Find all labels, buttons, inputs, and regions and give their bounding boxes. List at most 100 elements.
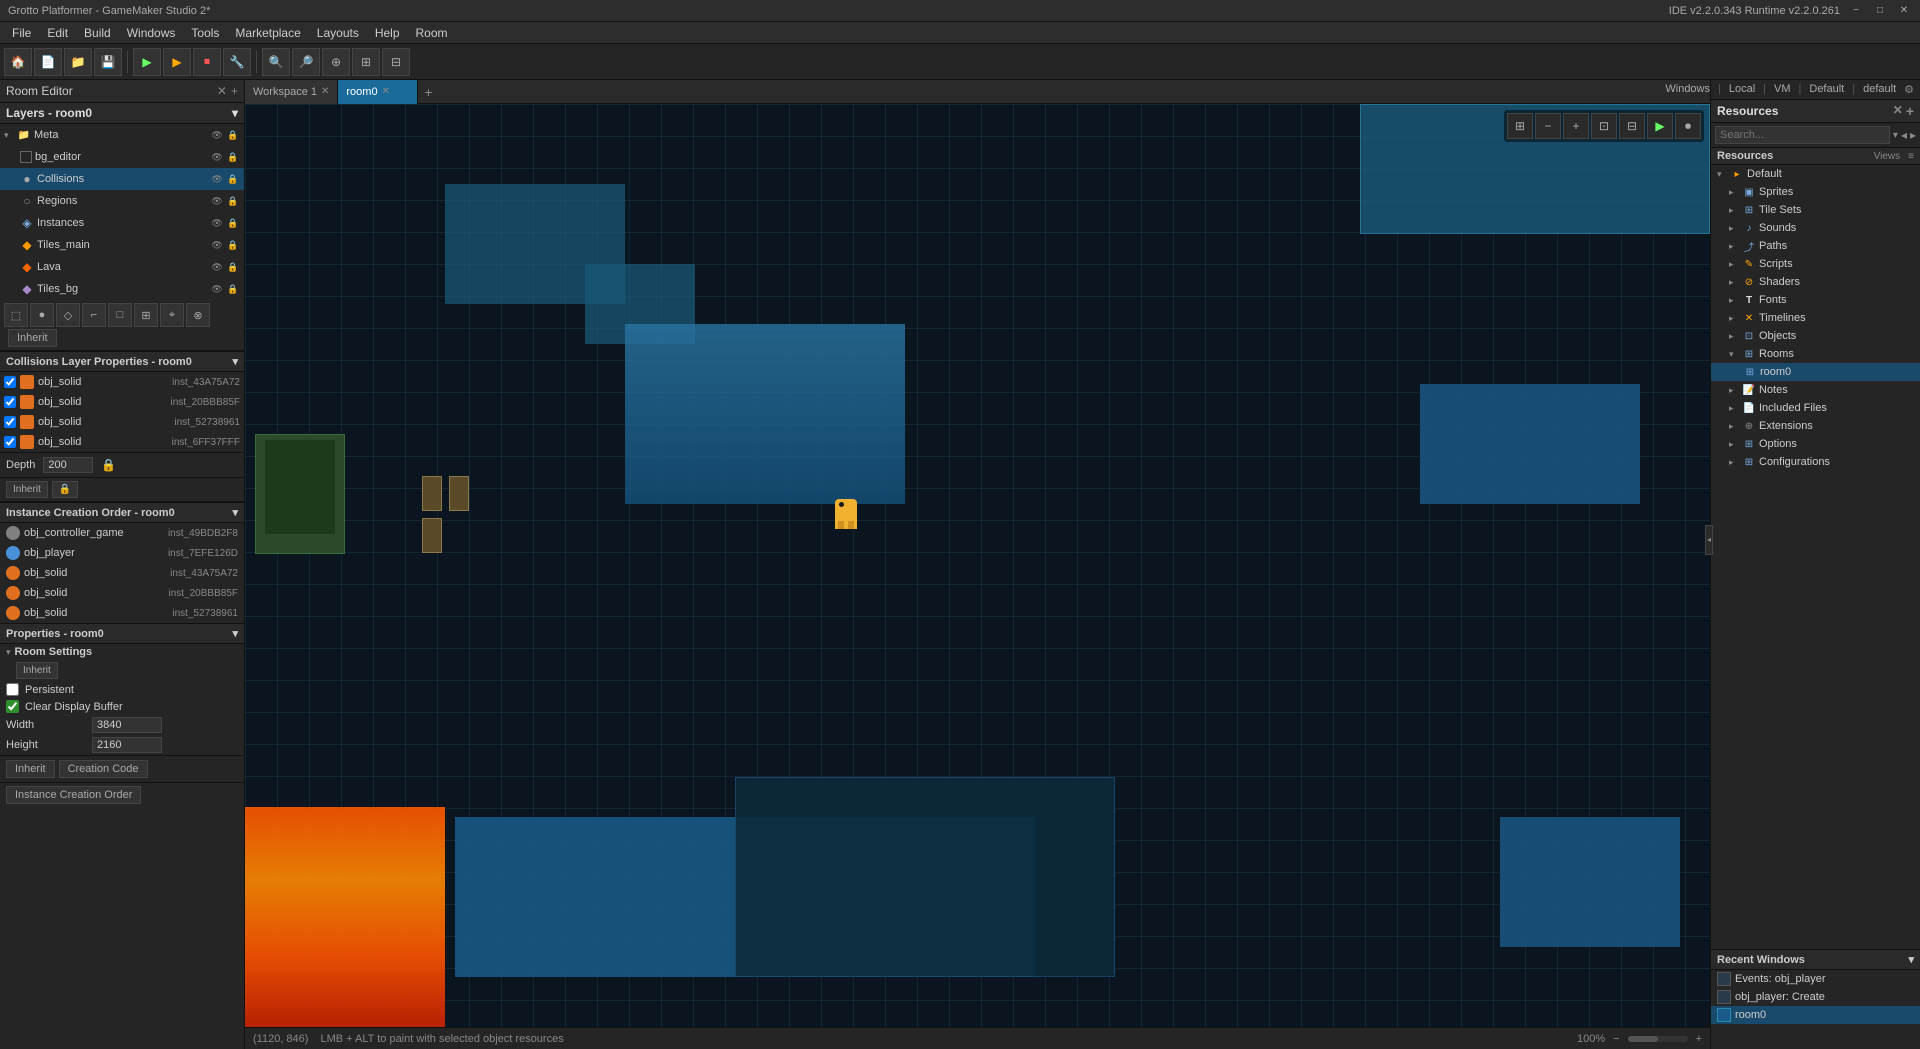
vm-label[interactable]: VM xyxy=(1774,83,1791,96)
menu-build[interactable]: Build xyxy=(76,24,119,42)
menu-windows[interactable]: Windows xyxy=(119,24,184,42)
debug-button[interactable]: ▶ xyxy=(163,48,191,76)
windows-label[interactable]: Windows xyxy=(1665,83,1710,96)
collision-check-3[interactable] xyxy=(4,416,16,428)
tiles-bg-lock[interactable]: 🔒 xyxy=(226,282,240,296)
save-button[interactable]: 💾 xyxy=(94,48,122,76)
res-close[interactable]: ✕ xyxy=(1893,103,1903,119)
creation-code-btn[interactable]: Creation Code xyxy=(59,760,148,778)
res-included-files[interactable]: ▸ 📄 Included Files xyxy=(1711,399,1920,417)
layer-tiles-bg[interactable]: ◆ Tiles_bg 👁 🔒 xyxy=(0,278,244,300)
rw-item-3[interactable]: room0 xyxy=(1711,1006,1920,1024)
open-button[interactable]: 📁 xyxy=(64,48,92,76)
menu-help[interactable]: Help xyxy=(367,24,408,42)
collision-check-1[interactable] xyxy=(4,376,16,388)
res-notes[interactable]: ▸ 📝 Notes xyxy=(1711,381,1920,399)
height-input[interactable] xyxy=(92,737,162,753)
tiles-bg-eye[interactable]: 👁 xyxy=(210,282,224,296)
instances-lock[interactable]: 🔒 xyxy=(226,216,240,230)
res-nav-right[interactable]: ▸ xyxy=(1910,128,1916,142)
regions-eye[interactable]: 👁 xyxy=(210,194,224,208)
zoom-out-btn[interactable]: − xyxy=(1535,113,1561,139)
menu-layouts[interactable]: Layouts xyxy=(309,24,367,42)
maximize-button[interactable]: □ xyxy=(1872,3,1888,19)
clean-button[interactable]: 🔧 xyxy=(223,48,251,76)
rw-header[interactable]: Recent Windows ▾ xyxy=(1711,950,1920,970)
menu-file[interactable]: File xyxy=(4,24,39,42)
res-paths[interactable]: ▸ ⤴ Paths xyxy=(1711,237,1920,255)
ico-collapse[interactable]: ▾ xyxy=(232,506,238,519)
home-button[interactable]: 🏠 xyxy=(4,48,32,76)
clear-display-check[interactable] xyxy=(6,700,19,713)
minimize-button[interactable]: − xyxy=(1848,3,1864,19)
default-label[interactable]: Default xyxy=(1809,83,1844,96)
rw-collapse[interactable]: ▾ xyxy=(1908,953,1914,966)
bg-eye[interactable]: 👁 xyxy=(210,150,224,164)
resource-search[interactable] xyxy=(1715,126,1890,144)
persistent-check[interactable] xyxy=(6,683,19,696)
tiles-main-lock[interactable]: 🔒 xyxy=(226,238,240,252)
res-sprites[interactable]: ▸ ▣ Sprites xyxy=(1711,183,1920,201)
inherit-layers-btn[interactable]: Inherit xyxy=(8,329,57,347)
collisions-section-header[interactable]: Collisions Layer Properties - room0 ▾ xyxy=(0,352,244,372)
res-scripts[interactable]: ▸ ✎ Scripts xyxy=(1711,255,1920,273)
flip-tool[interactable]: ⊗ xyxy=(186,303,210,327)
record-btn[interactable]: ⏺ xyxy=(1675,113,1701,139)
instance-creation-order-btn[interactable]: Instance Creation Order xyxy=(6,786,141,804)
res-extensions[interactable]: ▸ ⊕ Extensions xyxy=(1711,417,1920,435)
menu-edit[interactable]: Edit xyxy=(39,24,76,42)
play-cv-btn[interactable]: ▶ xyxy=(1647,113,1673,139)
res-timelines[interactable]: ▸ ✕ Timelines xyxy=(1711,309,1920,327)
layer-regions[interactable]: ○ Regions 👁 🔒 xyxy=(0,190,244,212)
meta-lock[interactable]: 🔒 xyxy=(226,128,240,142)
res-objects[interactable]: ▸ ⊡ Objects xyxy=(1711,327,1920,345)
meta-eye[interactable]: 👁 xyxy=(210,128,224,142)
close-button[interactable]: ✕ xyxy=(1896,3,1912,19)
zoom-in-button[interactable]: ⊕ xyxy=(322,48,350,76)
layer-collisions[interactable]: ● Collisions 👁 🔒 xyxy=(0,168,244,190)
zoom-in-cv-btn[interactable]: + xyxy=(1563,113,1589,139)
search-dropdown-btn[interactable]: ▾ xyxy=(1893,130,1898,141)
select-tool[interactable]: ⬚ xyxy=(4,303,28,327)
box-tool[interactable]: □ xyxy=(108,303,132,327)
collisions-collapse[interactable]: ▾ xyxy=(232,355,238,368)
res-add[interactable]: + xyxy=(1906,103,1914,119)
res-fonts[interactable]: ▸ T Fonts xyxy=(1711,291,1920,309)
menu-marketplace[interactable]: Marketplace xyxy=(227,24,308,42)
lava-eye[interactable]: 👁 xyxy=(210,260,224,274)
new-button[interactable]: 📄 xyxy=(34,48,62,76)
workspace-tab-close[interactable]: ✕ xyxy=(321,86,329,97)
room0-tab-close[interactable]: ✕ xyxy=(382,86,390,97)
layer-lava[interactable]: ◆ Lava 👁 🔒 xyxy=(0,256,244,278)
res-sounds[interactable]: ▸ ♪ Sounds xyxy=(1711,219,1920,237)
lava-lock[interactable]: 🔒 xyxy=(226,260,240,274)
layers-header[interactable]: Layers - room0 ▾ xyxy=(0,103,244,124)
run-button[interactable]: ▶ xyxy=(133,48,161,76)
stop-button[interactable]: ⏹ xyxy=(193,48,221,76)
layer-tiles-main[interactable]: ◆ Tiles_main 👁 🔒 xyxy=(0,234,244,256)
layers-collapse[interactable]: ▾ xyxy=(232,106,238,120)
zoom-plus[interactable]: + xyxy=(1696,1033,1702,1045)
instances-eye[interactable]: 👁 xyxy=(210,216,224,230)
zoom-slider[interactable] xyxy=(1628,1036,1688,1042)
bg-lock[interactable]: 🔒 xyxy=(226,150,240,164)
res-shaders[interactable]: ▸ ⊘ Shaders xyxy=(1711,273,1920,291)
collisions-eye[interactable]: 👁 xyxy=(210,172,224,186)
depth-lock-icon[interactable]: 🔒 xyxy=(101,458,116,472)
shape-tool[interactable]: ⌐ xyxy=(82,303,106,327)
room-inherit-btn[interactable]: Inherit xyxy=(16,662,58,679)
tiles-main-eye[interactable]: 👁 xyxy=(210,238,224,252)
depth-inherit-btn[interactable]: Inherit xyxy=(6,481,48,498)
left-handle[interactable]: ◂ xyxy=(1705,525,1713,555)
props-header[interactable]: Properties - room0 ▾ xyxy=(0,624,244,644)
res-room0[interactable]: ⊞ room0 xyxy=(1711,363,1920,381)
pick-tool[interactable]: ⌖ xyxy=(160,303,184,327)
width-input[interactable] xyxy=(92,717,162,733)
search-button[interactable]: 🔍 xyxy=(262,48,290,76)
ico-header[interactable]: Instance Creation Order - room0 ▾ xyxy=(0,503,244,523)
views-menu-icon[interactable]: ≡ xyxy=(1908,151,1914,162)
res-options[interactable]: ▸ ⊞ Options xyxy=(1711,435,1920,453)
room-editor-close[interactable]: ✕ xyxy=(217,84,227,98)
grid-toggle-btn[interactable]: ⊞ xyxy=(1507,113,1533,139)
search2-button[interactable]: 🔎 xyxy=(292,48,320,76)
